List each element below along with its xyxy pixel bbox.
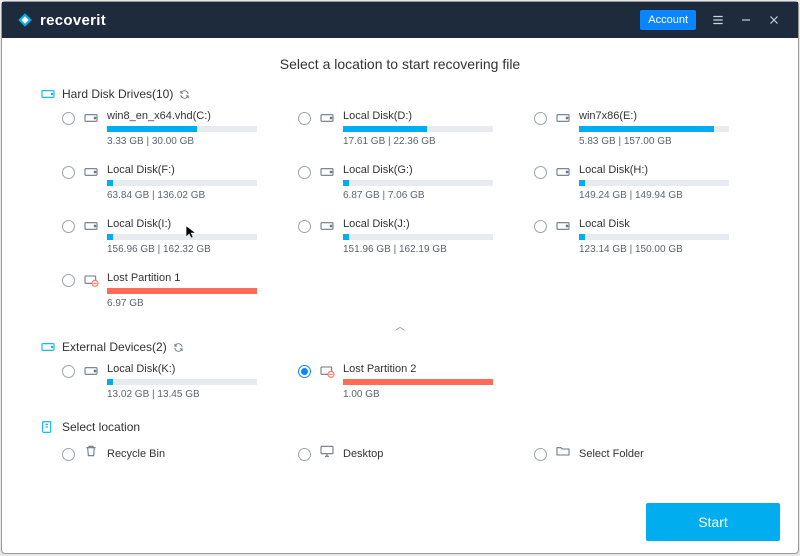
- logo-icon: [16, 11, 34, 29]
- lost-drive-icon: [83, 272, 99, 293]
- radio-button[interactable]: [298, 365, 311, 378]
- select-location-label: Desktop: [343, 448, 383, 460]
- collapse-icon[interactable]: ︿: [40, 318, 760, 333]
- drive-usage: 156.96 GB | 162.32 GB: [107, 244, 257, 255]
- drive-usage: 6.97 GB: [107, 298, 257, 309]
- drive-icon: [83, 218, 99, 239]
- drive-item[interactable]: Lost Partition 2 1.00 GB: [298, 363, 524, 407]
- select-location-label: Recycle Bin: [107, 448, 165, 460]
- radio-button[interactable]: [62, 448, 75, 461]
- external-section-icon: [40, 339, 56, 355]
- drive-item[interactable]: Local Disk(F:) 63.84 GB | 136.02 GB: [62, 164, 288, 208]
- drive-name: Local Disk(I:): [107, 218, 257, 230]
- radio-button[interactable]: [62, 112, 75, 125]
- drive-section-icon: [40, 86, 56, 102]
- app-logo: recoverit: [16, 11, 106, 29]
- drive-icon: [319, 218, 335, 239]
- start-button[interactable]: Start: [646, 503, 780, 541]
- drive-icon: [319, 164, 335, 185]
- radio-button[interactable]: [62, 220, 75, 233]
- drive-icon: [83, 110, 99, 131]
- refresh-icon[interactable]: [179, 89, 190, 100]
- main-content: Select a location to start recovering fi…: [2, 38, 798, 553]
- select-location-item[interactable]: Desktop: [298, 443, 524, 464]
- app-name-text: recoverit: [40, 12, 106, 29]
- drive-name: Local Disk(D:): [343, 110, 493, 122]
- drive-icon: [83, 164, 99, 185]
- section-select-header: Select location: [40, 419, 760, 435]
- drive-item[interactable]: win8_en_x64.vhd(C:) 3.33 GB | 30.00 GB: [62, 110, 288, 154]
- radio-button[interactable]: [534, 448, 547, 461]
- drive-icon: [83, 363, 99, 384]
- drive-usage: 151.96 GB | 162.19 GB: [343, 244, 493, 255]
- page-title: Select a location to start recovering fi…: [40, 56, 760, 72]
- radio-button[interactable]: [534, 220, 547, 233]
- drive-usage: 149.24 GB | 149.94 GB: [579, 190, 729, 201]
- drive-usage: 13.02 GB | 13.45 GB: [107, 389, 257, 400]
- section-ext-label: External Devices(2): [62, 340, 167, 354]
- drive-item[interactable]: Local Disk(G:) 6.87 GB | 7.06 GB: [298, 164, 524, 208]
- radio-button[interactable]: [298, 166, 311, 179]
- refresh-icon[interactable]: [173, 342, 184, 353]
- select-location-item[interactable]: Select Folder: [534, 443, 760, 464]
- select-grid: Recycle Bin Desktop Select Folder: [62, 443, 760, 464]
- drive-usage: 1.00 GB: [343, 389, 493, 400]
- desktop-icon: [319, 443, 335, 464]
- location-section-icon: [40, 419, 56, 435]
- section-ext-header: External Devices(2): [40, 339, 760, 355]
- drive-name: Lost Partition 2: [343, 363, 493, 375]
- close-icon[interactable]: [760, 6, 788, 34]
- drive-usage: 123.14 GB | 150.00 GB: [579, 244, 729, 255]
- radio-button[interactable]: [298, 112, 311, 125]
- radio-button[interactable]: [62, 166, 75, 179]
- menu-icon[interactable]: [704, 6, 732, 34]
- drive-name: Local Disk(G:): [343, 164, 493, 176]
- drive-item[interactable]: Local Disk(K:) 13.02 GB | 13.45 GB: [62, 363, 288, 407]
- section-select-label: Select location: [62, 420, 140, 434]
- drive-usage: 17.61 GB | 22.36 GB: [343, 136, 493, 147]
- drive-item[interactable]: win7x86(E:) 5.83 GB | 157.00 GB: [534, 110, 760, 154]
- drive-icon: [555, 218, 571, 239]
- drive-item[interactable]: Lost Partition 1 6.97 GB: [62, 272, 288, 316]
- radio-button[interactable]: [62, 365, 75, 378]
- minimize-icon[interactable]: [732, 6, 760, 34]
- drive-item[interactable]: Local Disk(J:) 151.96 GB | 162.19 GB: [298, 218, 524, 262]
- drive-name: win8_en_x64.vhd(C:): [107, 110, 257, 122]
- titlebar: recoverit Account: [2, 2, 798, 38]
- radio-button[interactable]: [534, 166, 547, 179]
- radio-button[interactable]: [298, 448, 311, 461]
- drive-name: Local Disk(H:): [579, 164, 729, 176]
- ext-grid: Local Disk(K:) 13.02 GB | 13.45 GB Lost Pa…: [62, 363, 760, 407]
- folder-icon: [555, 443, 571, 464]
- drive-icon: [555, 110, 571, 131]
- drive-name: Local Disk(K:): [107, 363, 257, 375]
- drive-usage: 5.83 GB | 157.00 GB: [579, 136, 729, 147]
- section-hdd-header: Hard Disk Drives(10): [40, 86, 760, 102]
- account-button[interactable]: Account: [640, 10, 696, 30]
- drive-item[interactable]: Local Disk(I:) 156.96 GB | 162.32 GB: [62, 218, 288, 262]
- radio-button[interactable]: [298, 220, 311, 233]
- radio-button[interactable]: [534, 112, 547, 125]
- select-location-label: Select Folder: [579, 448, 644, 460]
- drive-usage: 6.87 GB | 7.06 GB: [343, 190, 493, 201]
- drive-name: Lost Partition 1: [107, 272, 257, 284]
- drive-icon: [319, 110, 335, 131]
- radio-button[interactable]: [62, 274, 75, 287]
- section-hdd-label: Hard Disk Drives(10): [62, 87, 173, 101]
- drive-usage: 3.33 GB | 30.00 GB: [107, 136, 257, 147]
- bin-icon: [83, 443, 99, 464]
- lost-drive-icon: [319, 363, 335, 384]
- drive-name: Local Disk(F:): [107, 164, 257, 176]
- select-location-item[interactable]: Recycle Bin: [62, 443, 288, 464]
- drive-name: Local Disk: [579, 218, 729, 230]
- drive-item[interactable]: Local Disk(H:) 149.24 GB | 149.94 GB: [534, 164, 760, 208]
- drive-name: win7x86(E:): [579, 110, 729, 122]
- drive-item[interactable]: Local Disk(D:) 17.61 GB | 22.36 GB: [298, 110, 524, 154]
- drive-item[interactable]: Local Disk 123.14 GB | 150.00 GB: [534, 218, 760, 262]
- hdd-grid: win8_en_x64.vhd(C:) 3.33 GB | 30.00 GB Loc…: [62, 110, 760, 316]
- drive-usage: 63.84 GB | 136.02 GB: [107, 190, 257, 201]
- drive-name: Local Disk(J:): [343, 218, 493, 230]
- drive-icon: [555, 164, 571, 185]
